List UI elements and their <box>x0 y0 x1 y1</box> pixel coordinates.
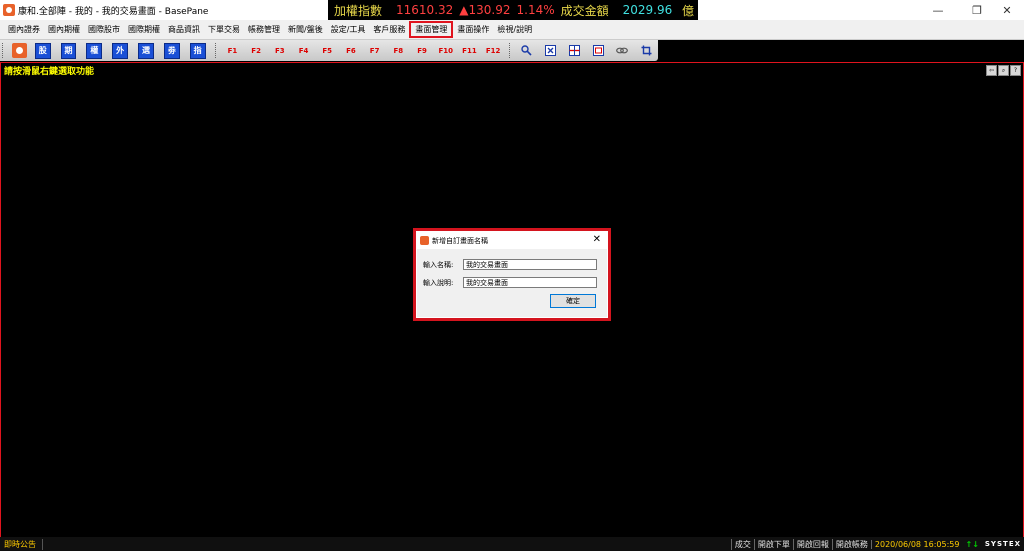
f3-button[interactable]: F3 <box>268 47 292 55</box>
status-bar: 即時公告 成交 開啟下單 開啟回報 開啟帳務 2020/06/08 16:05:… <box>0 537 1024 551</box>
index-ticker: 加權指數 11610.32 ▲130.92 1.14% 成交金額 2029.96… <box>328 0 698 20</box>
toolbar-index-button[interactable]: 指 <box>189 42 206 59</box>
right-click-hint: 請按滑鼠右鍵選取功能 <box>4 67 95 77</box>
description-label: 輸入說明: <box>423 278 454 287</box>
custom-screen-dialog: 新增自訂畫面名稱 ✕ 輸入名稱: 我的交易畫面 輸入說明: 我的交易畫面 確定 <box>413 228 611 321</box>
menu-screen-management[interactable]: 畫面管理 <box>409 21 454 38</box>
f10-button[interactable]: F10 <box>434 47 458 55</box>
brand-logo: SYSTEX <box>984 540 1021 548</box>
status-open-report[interactable]: 開啟回報 <box>792 538 832 550</box>
toolbar-securities-button[interactable]: 劵 <box>163 42 180 59</box>
search-button[interactable]: ⌕ <box>998 65 1009 76</box>
status-filled[interactable]: 成交 <box>730 538 754 550</box>
toolbar-separator <box>509 43 511 58</box>
announcement-link[interactable]: 即時公告 <box>4 538 43 550</box>
menu-bar: 國內證券 國內期權 國際股市 國際期權 商品資訊 下單交易 帳務管理 新聞/盤後… <box>0 20 1024 40</box>
link-icon[interactable] <box>615 44 629 58</box>
toolbar-warrant-button[interactable]: 權 <box>86 42 103 59</box>
f4-button[interactable]: F4 <box>292 47 316 55</box>
toolbar-options-button[interactable]: 選 <box>138 42 154 59</box>
close-window-button[interactable]: ✕ <box>990 0 1024 20</box>
dialog-body: 新增自訂畫面名稱 ✕ 輸入名稱: 我的交易畫面 輸入說明: 我的交易畫面 確定 <box>417 232 607 317</box>
toolbar-futures-button[interactable]: 期 <box>60 42 77 59</box>
menu-account[interactable]: 帳務管理 <box>244 21 284 38</box>
toolbar-separator <box>214 43 217 58</box>
description-input[interactable]: 我的交易畫面 <box>463 277 597 288</box>
status-right: 成交 開啟下單 開啟回報 開啟帳務 2020/06/08 16:05:59 ↑↓… <box>730 537 1024 551</box>
dialog-close-button[interactable]: ✕ <box>593 234 601 245</box>
minimize-button[interactable]: — <box>921 0 955 20</box>
f5-button[interactable]: F5 <box>315 47 339 55</box>
ticker-unit: 億 <box>681 3 694 18</box>
menu-intl-futures[interactable]: 國際期權 <box>124 21 164 38</box>
menu-intl-stocks[interactable]: 國際股市 <box>84 21 124 38</box>
ticker-label: 加權指數 <box>334 3 383 18</box>
ticker-volume-label: 成交金額 <box>560 3 609 18</box>
split-icon[interactable] <box>568 44 582 58</box>
menu-settings-tools[interactable]: 設定/工具 <box>327 21 370 38</box>
dialog-title: 新增自訂畫面名稱 <box>432 236 488 245</box>
status-datetime: 2020/06/08 16:05:59 <box>870 539 963 549</box>
menu-domestic-futures[interactable]: 國內期權 <box>44 21 84 38</box>
ok-button[interactable]: 確定 <box>550 294 596 308</box>
toolbar-foreign-button[interactable]: 外 <box>112 42 129 59</box>
workspace-corner-buttons: ⇦ ⌕ ? <box>986 65 1021 76</box>
menu-view-help[interactable]: 檢視/說明 <box>493 21 536 38</box>
back-button[interactable]: ⇦ <box>986 65 997 76</box>
f8-button[interactable]: F8 <box>386 47 410 55</box>
help-button[interactable]: ? <box>1010 65 1021 76</box>
name-label: 輸入名稱: <box>423 260 454 269</box>
status-open-account[interactable]: 開啟帳務 <box>831 538 871 550</box>
menu-product-info[interactable]: 商品資訊 <box>164 21 204 38</box>
name-input[interactable]: 我的交易畫面 <box>463 259 597 270</box>
ticker-index: 11610.32 <box>396 3 454 17</box>
toolbar-grip[interactable] <box>2 43 6 58</box>
f12-button[interactable]: F12 <box>481 47 505 55</box>
title-bar: 康和.全部陣 - 我的 - 我的交易畫面 - BasePane 加權指數 116… <box>0 0 1024 20</box>
toolbar: 股 期 權 外 選 劵 指 F1 F2 F3 F4 F5 F6 F7 F8 F9… <box>0 40 658 61</box>
f2-button[interactable]: F2 <box>244 47 268 55</box>
name-row: 輸入名稱: 我的交易畫面 <box>423 259 597 270</box>
description-row: 輸入說明: 我的交易畫面 <box>423 277 597 288</box>
toolbar-stock-button[interactable]: 股 <box>34 42 51 59</box>
f11-button[interactable]: F11 <box>458 47 482 55</box>
dialog-app-icon <box>420 236 429 245</box>
menu-domestic-securities[interactable]: 國內證券 <box>4 21 44 38</box>
ticker-volume: 2029.96 <box>622 3 673 17</box>
toolbar-logo-icon[interactable] <box>11 43 27 58</box>
menu-screen-operation[interactable]: 畫面操作 <box>453 21 493 38</box>
ticker-percent: 1.14% <box>516 3 555 17</box>
signal-icon: ↑↓ <box>965 539 979 549</box>
crop-icon[interactable] <box>639 44 653 58</box>
f1-button[interactable]: F1 <box>221 47 245 55</box>
dialog-header: 新增自訂畫面名稱 ✕ <box>417 232 607 249</box>
window-icon[interactable] <box>591 44 605 58</box>
status-open-order[interactable]: 開啟下單 <box>753 538 793 550</box>
ticker-change: ▲130.92 <box>459 3 511 17</box>
f7-button[interactable]: F7 <box>363 47 387 55</box>
menu-news[interactable]: 新聞/盤後 <box>284 21 327 38</box>
menu-customer-service[interactable]: 客戶服務 <box>369 21 409 38</box>
window-title: 康和.全部陣 - 我的 - 我的交易畫面 - BasePane <box>18 6 209 17</box>
app-logo-icon <box>3 4 15 16</box>
f9-button[interactable]: F9 <box>410 47 434 55</box>
f6-button[interactable]: F6 <box>339 47 363 55</box>
restore-button[interactable]: ❐ <box>960 0 994 20</box>
close-box-icon[interactable] <box>544 44 558 58</box>
menu-order-trading[interactable]: 下單交易 <box>204 21 244 38</box>
magnifier-icon[interactable] <box>520 44 534 58</box>
